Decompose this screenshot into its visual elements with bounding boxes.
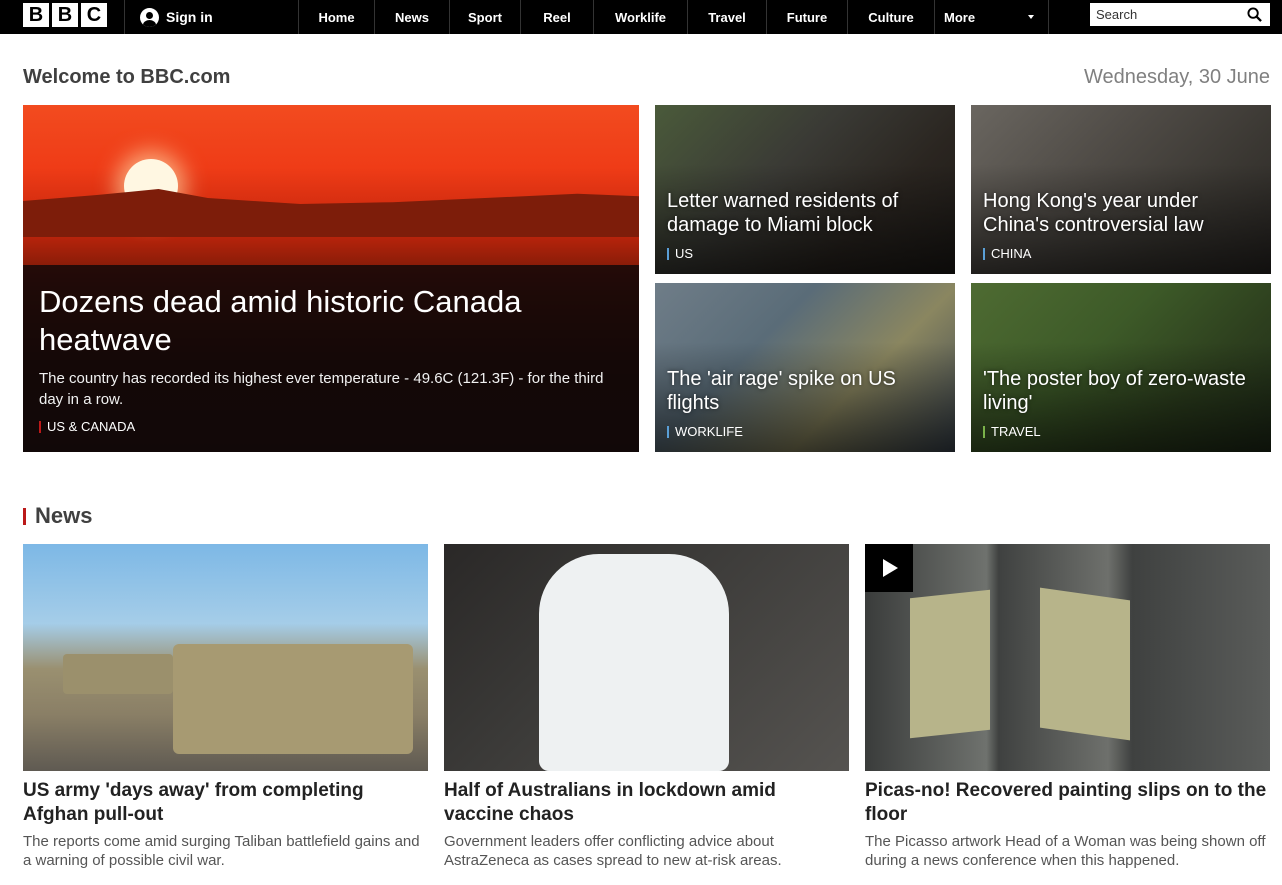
section-marker <box>23 507 26 525</box>
hero-headline[interactable]: Dozens dead amid historic Canada heatwav… <box>39 283 615 359</box>
tag-marker <box>39 420 41 433</box>
image-painting <box>1040 587 1130 741</box>
logo-letter: B <box>52 3 78 27</box>
user-icon <box>140 7 159 27</box>
current-date: Wednesday, 30 June <box>1083 66 1270 88</box>
search-icon[interactable] <box>1247 7 1262 22</box>
image-hazmat-suit <box>539 554 729 771</box>
news-headline[interactable]: Half of Australians in lockdown amid vac… <box>444 779 849 827</box>
news-image[interactable] <box>444 544 849 771</box>
page-title: Welcome to BBC.com <box>23 66 231 88</box>
news-headline[interactable]: US army 'days away' from completing Afgh… <box>23 779 428 827</box>
tag-marker <box>667 247 669 260</box>
story-tag-label: TRAVEL <box>991 424 1041 439</box>
image-painting <box>910 589 990 739</box>
story-tag-label: CHINA <box>991 246 1032 261</box>
story-tag-label: WORKLIFE <box>675 424 743 439</box>
nav-more[interactable]: More <box>935 0 1049 34</box>
nav-culture[interactable]: Culture <box>848 0 935 34</box>
story-headline[interactable]: The 'air rage' spike on US flights <box>667 367 945 415</box>
hero-tag[interactable]: US & CANADA <box>39 419 615 434</box>
search-box <box>1090 3 1270 26</box>
tag-marker <box>667 425 669 438</box>
hero-story[interactable]: Dozens dead amid historic Canada heatwav… <box>23 105 639 452</box>
top-story-card[interactable]: Letter warned residents of damage to Mia… <box>655 105 955 274</box>
nav-more-label: More <box>944 9 976 25</box>
nav-future[interactable]: Future <box>767 0 848 34</box>
nav-news[interactable]: News <box>375 0 450 34</box>
logo-letter: C <box>81 3 107 27</box>
nav-worklife[interactable]: Worklife <box>594 0 688 34</box>
story-headline[interactable]: Hong Kong's year under China's controver… <box>983 189 1261 237</box>
search-input[interactable] <box>1090 4 1240 25</box>
news-image[interactable] <box>23 544 428 771</box>
news-section-heading[interactable]: News <box>23 503 92 529</box>
news-section-title: News <box>35 503 93 528</box>
story-tag-label: US <box>675 246 694 261</box>
story-text: Hong Kong's year under China's controver… <box>983 189 1261 261</box>
bbc-logo[interactable]: B B C <box>23 3 107 27</box>
story-tag[interactable]: TRAVEL <box>983 424 1261 439</box>
tag-marker <box>983 247 985 260</box>
hero-image-ridge <box>23 189 639 237</box>
chevron-down-icon <box>1028 15 1034 19</box>
nav-travel[interactable]: Travel <box>688 0 767 34</box>
news-summary: Government leaders offer conflicting adv… <box>444 833 782 869</box>
story-tag[interactable]: WORKLIFE <box>667 424 945 439</box>
hero-tag-label: US & CANADA <box>47 419 136 434</box>
hero-summary: The country has recorded its highest eve… <box>39 370 604 408</box>
hero-text: Dozens dead amid historic Canada heatwav… <box>39 283 615 434</box>
story-tag[interactable]: US <box>667 246 945 261</box>
video-play-button[interactable] <box>865 544 913 592</box>
story-text: Letter warned residents of damage to Mia… <box>667 189 945 261</box>
play-icon <box>883 559 898 577</box>
nav-home[interactable]: Home <box>299 0 375 34</box>
story-headline[interactable]: Letter warned residents of damage to Mia… <box>667 189 945 237</box>
news-summary: The reports come amid surging Taliban ba… <box>23 833 420 869</box>
image-vehicle <box>173 644 413 754</box>
story-text: The 'air rage' spike on US flights WORKL… <box>667 367 945 439</box>
top-story-card[interactable]: 'The poster boy of zero-waste living' TR… <box>971 283 1271 452</box>
logo-letter: B <box>23 3 49 27</box>
news-headline[interactable]: Picas-no! Recovered painting slips on to… <box>865 779 1270 827</box>
top-story-card[interactable]: Hong Kong's year under China's controver… <box>971 105 1271 274</box>
nav-reel[interactable]: Reel <box>521 0 594 34</box>
sign-in-button[interactable]: Sign in <box>124 0 299 34</box>
story-text: 'The poster boy of zero-waste living' TR… <box>983 367 1261 439</box>
news-video-thumbnail[interactable] <box>865 544 1270 771</box>
main-nav: Home News Sport Reel Worklife Travel Fut… <box>299 0 1049 34</box>
nav-sport[interactable]: Sport <box>450 0 521 34</box>
image-vehicle <box>63 654 173 694</box>
news-summary: The Picasso artwork Head of a Woman was … <box>865 833 1266 869</box>
news-item[interactable]: Picas-no! Recovered painting slips on to… <box>865 544 1270 870</box>
story-tag[interactable]: CHINA <box>983 246 1261 261</box>
top-navigation-bar: B B C Sign in Home News Sport Reel Workl… <box>0 0 1282 34</box>
news-item[interactable]: US army 'days away' from completing Afgh… <box>23 544 428 870</box>
top-story-card[interactable]: The 'air rage' spike on US flights WORKL… <box>655 283 955 452</box>
tag-marker <box>983 425 985 438</box>
news-item[interactable]: Half of Australians in lockdown amid vac… <box>444 544 849 870</box>
sign-in-label: Sign in <box>166 9 213 25</box>
story-headline[interactable]: 'The poster boy of zero-waste living' <box>983 367 1261 415</box>
